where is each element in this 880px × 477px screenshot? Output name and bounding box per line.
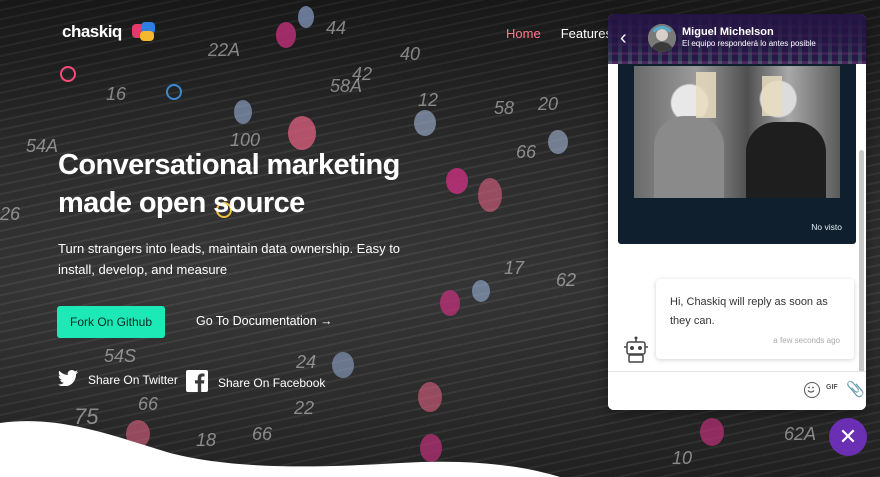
decor-blob — [440, 290, 460, 316]
decor-blob — [472, 280, 490, 302]
decor-number: 66 — [516, 142, 537, 162]
chat-widget[interactable]: ‹ Miguel Michelson El equipo responderá … — [608, 14, 866, 410]
decor-number: 54A — [26, 136, 59, 156]
message-composer[interactable]: GIF 📎 — [608, 371, 866, 410]
decor-number: 20 — [538, 94, 559, 114]
photo-figure — [746, 122, 826, 198]
decor-number: 16 — [106, 84, 127, 104]
chat-header: ‹ Miguel Michelson El equipo responderá … — [608, 14, 866, 64]
share-facebook-label: Share On Facebook — [218, 375, 326, 390]
nav-item-features[interactable]: Features — [561, 26, 612, 41]
decor-blob — [166, 84, 182, 100]
fork-github-button[interactable]: Fork On Github — [57, 306, 165, 338]
decor-number: 10 — [672, 448, 693, 468]
share-twitter-label: Share On Twitter — [88, 372, 178, 387]
decor-number: 22A — [208, 40, 241, 60]
message-text: Hi, Chaskiq will reply as soon as they c… — [670, 296, 828, 327]
decor-number: 62 — [556, 270, 577, 290]
decor-number: 54S — [104, 346, 137, 366]
decor-number: 58A — [330, 76, 363, 96]
nav-item-home[interactable]: Home — [506, 26, 541, 41]
top-nav: Home Features — [506, 26, 612, 41]
agent-message-bubble: Hi, Chaskiq will reply as soon as they c… — [656, 279, 854, 359]
decor-number: 40 — [400, 44, 421, 64]
share-facebook-link[interactable]: Share On Facebook — [186, 370, 325, 395]
decor-number: 62A — [784, 424, 817, 444]
wave-divider — [0, 421, 560, 477]
decor-number: 44 — [326, 18, 347, 38]
gif-button[interactable]: GIF — [826, 384, 838, 391]
decor-blob — [700, 418, 724, 446]
decor-blob — [276, 22, 296, 48]
chat-close-button[interactable]: ✕ — [829, 418, 867, 456]
decor-blob — [234, 100, 252, 124]
brand-name: chaskiq — [62, 22, 122, 41]
decor-blob — [298, 6, 314, 28]
shared-photo — [634, 66, 840, 198]
twitter-icon — [58, 370, 78, 389]
decor-blob — [414, 110, 436, 136]
image-message[interactable]: No visto — [618, 64, 856, 244]
decor-blob — [60, 66, 76, 82]
decor-blob — [332, 352, 354, 378]
decor-blob — [548, 130, 568, 154]
decor-blob — [478, 178, 502, 212]
image-read-status: No visto — [811, 222, 842, 232]
share-twitter-link[interactable]: Share On Twitter — [58, 370, 178, 389]
photo-figure — [654, 116, 724, 198]
chat-scrollbar[interactable] — [859, 150, 864, 374]
hero-subtext: Turn strangers into leads, maintain data… — [58, 241, 401, 277]
attachment-icon[interactable]: 📎 — [846, 380, 865, 398]
emoji-icon[interactable] — [804, 382, 820, 398]
decor-number: 26 — [0, 204, 21, 224]
chat-conversation[interactable]: No visto Hi, Chaskiq will reply as soon … — [608, 64, 866, 374]
agent-status: El equipo responderá lo antes posible — [682, 39, 816, 48]
brand-logo[interactable]: chaskiq — [62, 22, 156, 42]
documentation-link[interactable]: Go To Documentation → — [196, 314, 333, 328]
facebook-icon — [186, 370, 208, 395]
decor-number: 12 — [418, 90, 439, 110]
agent-avatar — [648, 24, 676, 52]
bot-avatar-icon — [622, 336, 650, 364]
message-timestamp: a few seconds ago — [773, 336, 840, 345]
back-arrow-icon[interactable]: ‹ — [620, 28, 627, 48]
photo-glass — [762, 76, 782, 116]
decor-number: 58 — [494, 98, 515, 118]
agent-name: Miguel Michelson — [682, 26, 774, 38]
decor-number: 17 — [504, 258, 525, 278]
photo-glass — [696, 72, 716, 118]
hero-headline: Conversational marketing made open sourc… — [58, 149, 400, 219]
decor-blob — [288, 116, 316, 150]
brand-mark-icon — [131, 22, 156, 42]
